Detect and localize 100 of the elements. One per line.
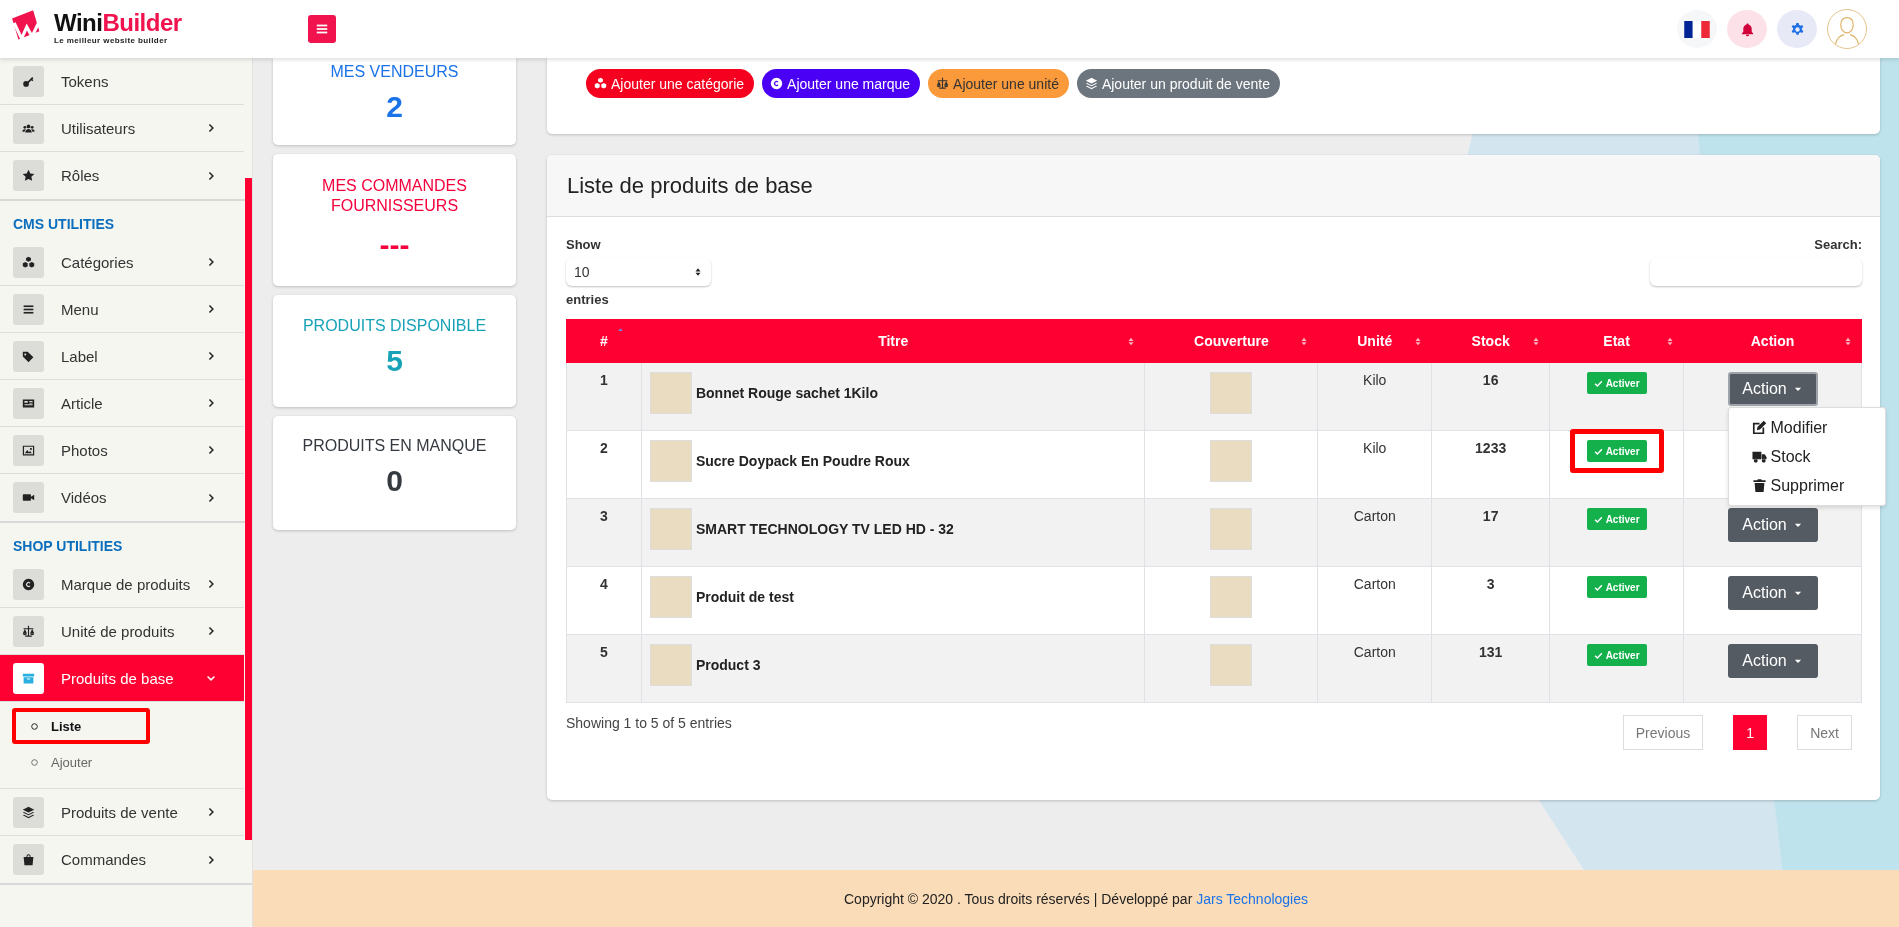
dropdown-item[interactable]: Supprimer xyxy=(1728,471,1885,500)
cubes-icon xyxy=(594,77,607,90)
tag-icon xyxy=(13,340,44,372)
add-button[interactable]: Ajouter une marque xyxy=(762,69,921,98)
notifications-button[interactable] xyxy=(1727,10,1767,48)
trash-icon xyxy=(1751,478,1767,493)
entries-select[interactable]: 10 xyxy=(566,258,711,286)
column-header[interactable]: Couverture xyxy=(1194,333,1269,349)
table-cell: 17 xyxy=(1431,498,1550,567)
check-icon xyxy=(1593,378,1603,388)
section-heading: SHOP UTILITIES xyxy=(12,537,124,556)
circle-icon xyxy=(30,757,39,767)
dropdown-item[interactable]: Stock xyxy=(1728,442,1885,471)
photo-placeholder xyxy=(649,508,692,550)
search-label: Search: xyxy=(1814,237,1862,252)
flag-icon xyxy=(1684,20,1710,38)
stat-label: PRODUITS EN MANQUE xyxy=(301,436,488,456)
product-title: Produit de test xyxy=(695,589,794,605)
check-icon xyxy=(1593,446,1603,456)
sidebar-item[interactable]: Produits de vente xyxy=(0,789,244,836)
sidebar-item[interactable]: Commandes xyxy=(0,836,244,883)
up-down-arrows-icon xyxy=(693,267,703,277)
archive-box-icon xyxy=(13,662,44,694)
table-cell: Kilo xyxy=(1317,430,1432,499)
show-label: Show xyxy=(566,237,602,252)
sidebar-item[interactable]: Menu xyxy=(0,286,244,333)
sidebar-item[interactable]: Vidéos xyxy=(0,474,244,521)
edit-icon xyxy=(1751,420,1767,435)
action-button[interactable]: Action xyxy=(1727,644,1818,678)
product-title: Product 3 xyxy=(695,657,761,673)
logo[interactable]: WiniBuilder Le meilleur website builder xyxy=(10,8,182,46)
sidebar-item[interactable]: Tokens xyxy=(0,58,244,105)
column-header[interactable]: Stock xyxy=(1471,333,1510,349)
column-header[interactable]: Unité xyxy=(1357,333,1393,349)
photo-placeholder xyxy=(1210,372,1253,414)
add-button[interactable]: Ajouter une unité xyxy=(928,69,1069,98)
photo-placeholder xyxy=(1210,440,1253,482)
table-cell: 3 xyxy=(566,498,642,567)
menu-icon xyxy=(13,293,44,325)
add-button[interactable]: Ajouter une catégorie xyxy=(586,69,755,98)
settings-button[interactable] xyxy=(1777,10,1817,48)
menu-button[interactable] xyxy=(308,15,336,43)
check-icon xyxy=(1593,514,1603,524)
settings-icon xyxy=(1789,21,1805,37)
sidebar-item[interactable]: Photos xyxy=(0,427,244,474)
table-cell: 1 xyxy=(566,362,642,431)
submenu-item[interactable]: Liste xyxy=(16,712,146,740)
sidebar-item[interactable]: Rôles xyxy=(0,152,244,199)
column-header[interactable]: Etat xyxy=(1603,333,1630,349)
table-cell: 5 xyxy=(566,634,642,703)
previous-button[interactable]: Previous xyxy=(1622,715,1704,750)
copyright-icon xyxy=(13,568,44,600)
language-button[interactable] xyxy=(1677,10,1717,48)
dropdown-item[interactable]: Modifier xyxy=(1728,413,1885,442)
sidebar-item[interactable]: Produits de base xyxy=(0,655,244,702)
search-field[interactable] xyxy=(1650,258,1862,286)
copyright-text: Copyright © 2020 . Tous droits réservés | Développé par Jars Technologies xyxy=(844,890,1308,907)
bag-icon xyxy=(13,844,44,875)
stat-value: --- xyxy=(378,228,411,262)
entries-label: entries xyxy=(566,292,610,307)
scale-icon xyxy=(13,615,44,647)
sidebar-item[interactable]: Utilisateurs xyxy=(0,105,244,152)
table-cell: 16 xyxy=(1431,362,1550,431)
stat-label: PRODUITS DISPONIBLE xyxy=(301,316,488,336)
product-title: Sucre Doypack En Poudre Roux xyxy=(695,453,910,469)
developer-link[interactable]: Jars Technologies xyxy=(1196,890,1308,907)
sidebar-item[interactable]: Article xyxy=(0,380,244,427)
scrollbar[interactable] xyxy=(245,178,252,840)
column-header[interactable]: Action xyxy=(1750,333,1795,349)
add-button[interactable]: Ajouter un produit de vente xyxy=(1076,69,1281,98)
image-icon xyxy=(13,434,44,466)
layers-icon xyxy=(1084,77,1098,90)
sidebar-item[interactable]: Catégories xyxy=(0,239,244,286)
photo-placeholder xyxy=(1210,644,1253,686)
photo-placeholder xyxy=(649,644,692,686)
panel-title: Liste de produits de base xyxy=(567,172,813,199)
sidebar-item[interactable]: Marque de produits xyxy=(0,561,244,608)
action-button[interactable]: Action xyxy=(1727,508,1818,542)
submenu-item[interactable]: Ajouter xyxy=(16,748,146,776)
table-cell: 131 xyxy=(1431,634,1550,703)
photo-placeholder xyxy=(649,372,692,414)
sidebar-item[interactable]: Label xyxy=(0,333,244,380)
table-info: Showing 1 to 5 of 5 entries xyxy=(566,715,732,733)
cubes-icon xyxy=(13,246,44,278)
stat-value: 2 xyxy=(385,90,404,124)
page-button[interactable]: 1 xyxy=(1733,715,1768,750)
photo-placeholder xyxy=(649,576,692,618)
action-button[interactable]: Action xyxy=(1727,576,1818,610)
table-cell: 4 xyxy=(566,566,642,635)
video-camera-icon xyxy=(13,482,44,513)
photo-placeholder xyxy=(1210,576,1253,618)
column-header[interactable]: Titre xyxy=(878,333,909,349)
section-heading: CMS UTILITIES xyxy=(12,215,116,234)
action-button[interactable]: Action xyxy=(1727,372,1818,406)
card-icon xyxy=(13,387,44,419)
next-button[interactable]: Next xyxy=(1797,715,1852,750)
table-cell: Kilo xyxy=(1317,362,1432,431)
users-icon xyxy=(13,112,44,144)
column-header[interactable]: # xyxy=(600,333,608,349)
photo-placeholder xyxy=(1210,508,1253,550)
